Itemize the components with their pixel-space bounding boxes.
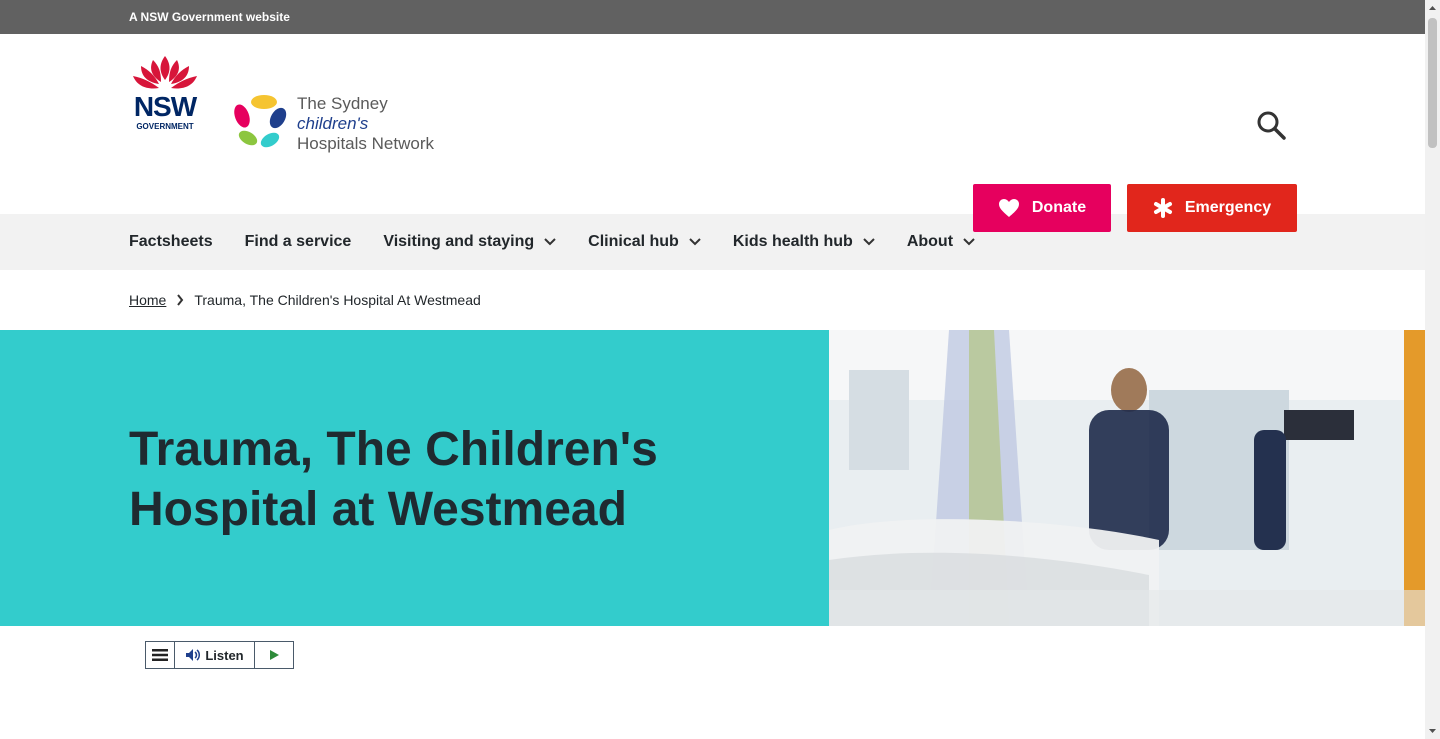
scroll-down-icon[interactable] bbox=[1428, 727, 1437, 735]
hospital-ward-photo bbox=[829, 330, 1425, 626]
search-button[interactable] bbox=[1254, 108, 1290, 144]
chevron-right-icon bbox=[177, 294, 184, 306]
listen-menu-button[interactable] bbox=[146, 642, 175, 668]
chevron-down-icon bbox=[689, 238, 701, 246]
schn-wordmark: The Sydney children's Hospitals Network bbox=[297, 94, 434, 154]
breadcrumb-home-link[interactable]: Home bbox=[129, 292, 166, 308]
nav-item-factsheets[interactable]: Factsheets bbox=[129, 233, 213, 251]
site-header: NSW GOVERNMENT The Sydney children's Hos… bbox=[0, 34, 1425, 232]
chevron-down-icon bbox=[544, 238, 556, 246]
emergency-button[interactable]: Emergency bbox=[1127, 184, 1297, 232]
search-icon bbox=[1257, 111, 1286, 140]
page-scrollbar[interactable] bbox=[1425, 0, 1440, 739]
listen-play-button[interactable] bbox=[255, 642, 293, 668]
hamburger-icon bbox=[152, 649, 168, 661]
schn-line-3: Hospitals Network bbox=[297, 134, 434, 153]
nav-label: Kids health hub bbox=[732, 233, 853, 250]
nsw-government-text: GOVERNMENT bbox=[136, 122, 194, 131]
hero-text-panel: Trauma, The Children's Hospital at Westm… bbox=[0, 330, 829, 626]
hero-image bbox=[829, 330, 1425, 626]
listen-label: Listen bbox=[205, 647, 244, 663]
nav-label: Clinical hub bbox=[588, 233, 679, 250]
donate-button[interactable]: Donate bbox=[973, 184, 1111, 232]
nav-item-about[interactable]: About bbox=[907, 233, 975, 251]
nav-item-kids-health-hub[interactable]: Kids health hub bbox=[733, 233, 875, 251]
asterisk-icon bbox=[1153, 198, 1172, 218]
breadcrumb: Home Trauma, The Children's Hospital At … bbox=[0, 270, 1425, 330]
nav-label: Find a service bbox=[244, 233, 352, 250]
nav-label: Factsheets bbox=[129, 233, 213, 250]
nav-item-find-a-service[interactable]: Find a service bbox=[245, 233, 352, 251]
nsw-wordmark: NSW bbox=[133, 91, 197, 122]
scrollbar-thumb[interactable] bbox=[1428, 18, 1437, 148]
emergency-label: Emergency bbox=[1184, 199, 1272, 216]
masthead-text: A NSW Government website bbox=[129, 10, 290, 24]
donate-label: Donate bbox=[1031, 199, 1087, 216]
masthead: A NSW Government website bbox=[0, 0, 1425, 34]
scroll-up-icon[interactable] bbox=[1428, 4, 1437, 12]
play-icon bbox=[270, 650, 279, 660]
page-title: Trauma, The Children's Hospital at Westm… bbox=[129, 423, 658, 536]
nav-label: Visiting and staying bbox=[383, 233, 535, 250]
schn-logo[interactable]: The Sydney children's Hospitals Network bbox=[230, 94, 440, 154]
chevron-down-icon bbox=[963, 238, 975, 246]
chevron-down-icon bbox=[863, 238, 875, 246]
listen-widget: Listen bbox=[145, 641, 294, 669]
page: A NSW Government website NSW GOVERNMENT bbox=[0, 0, 1425, 739]
speaker-icon bbox=[186, 649, 201, 661]
waratah-icon bbox=[133, 56, 197, 89]
nav-label: About bbox=[906, 233, 954, 250]
heart-icon bbox=[998, 199, 1019, 217]
schn-line-2: children's bbox=[297, 114, 369, 133]
nav-item-clinical-hub[interactable]: Clinical hub bbox=[588, 233, 701, 251]
schn-petals-icon bbox=[234, 95, 287, 148]
breadcrumb-current: Trauma, The Children's Hospital At Westm… bbox=[194, 292, 481, 308]
nav-item-visiting-and-staying[interactable]: Visiting and staying bbox=[383, 233, 556, 251]
nsw-government-logo[interactable]: NSW GOVERNMENT bbox=[129, 54, 201, 132]
listen-button[interactable]: Listen bbox=[175, 642, 255, 668]
schn-line-1: The Sydney bbox=[297, 94, 388, 113]
hero-banner: Trauma, The Children's Hospital at Westm… bbox=[0, 330, 1425, 626]
